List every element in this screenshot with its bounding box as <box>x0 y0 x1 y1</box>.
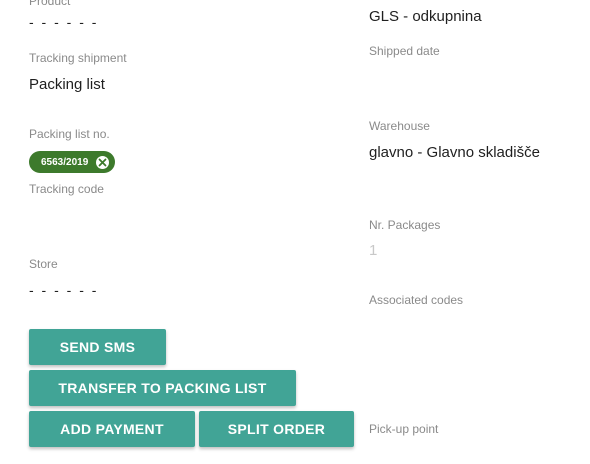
transfer-to-packing-list-button[interactable]: TRANSFER TO PACKING LIST <box>29 370 296 406</box>
store-value: - - - - - - <box>29 282 99 298</box>
tracking-shipment-label: Tracking shipment <box>29 51 127 65</box>
remove-chip-icon[interactable] <box>96 155 110 169</box>
associated-codes-label: Associated codes <box>369 293 464 307</box>
product-value: - - - - - - <box>29 14 99 30</box>
warehouse-label: Warehouse <box>369 119 430 133</box>
tracking-shipment-value: Packing list <box>29 76 105 93</box>
packing-list-no-label: Packing list no. <box>29 127 110 141</box>
split-order-button[interactable]: SPLIT ORDER <box>199 411 354 447</box>
pickup-point-label: Pick-up point <box>369 422 439 436</box>
tracking-code-label: Tracking code <box>29 182 104 196</box>
store-label: Store <box>29 257 58 271</box>
shipped-date-label: Shipped date <box>369 44 440 58</box>
add-payment-button[interactable]: ADD PAYMENT <box>29 411 195 447</box>
nr-packages-value[interactable]: 1 <box>369 242 377 259</box>
packing-list-chip-label: 6563/2019 <box>41 156 89 168</box>
packing-list-chip: 6563/2019 <box>29 151 116 173</box>
shipping-method-value: GLS - odkupnina <box>369 8 482 25</box>
nr-packages-label: Nr. Packages <box>369 218 441 232</box>
order-details-panel: Product - - - - - - Tracking shipment Pa… <box>0 0 590 464</box>
warehouse-value: glavno - Glavno skladišče <box>369 144 540 161</box>
send-sms-button[interactable]: SEND SMS <box>29 329 166 365</box>
product-label: Product <box>29 0 71 8</box>
